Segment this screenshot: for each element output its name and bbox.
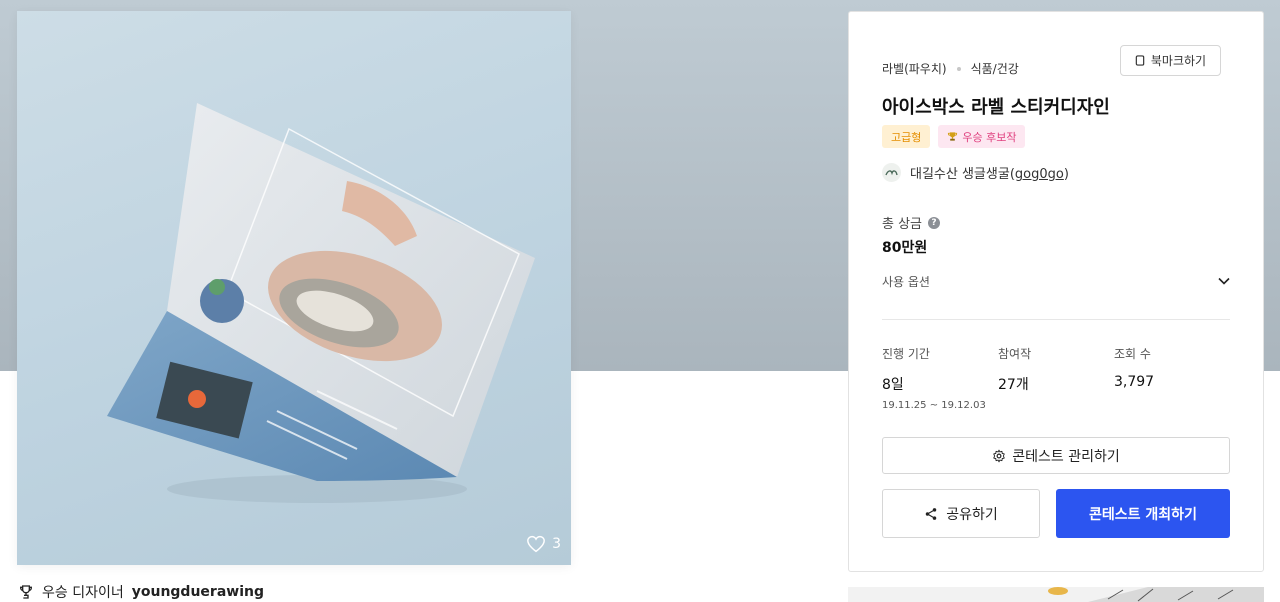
host-info[interactable]: 대길수산 생글생굴(gog0go) [882,163,1069,182]
host-contest-button[interactable]: 콘테스트 개최하기 [1056,489,1230,538]
prize-value: 80만원 [882,240,928,256]
bookmark-label: 북마크하기 [1150,54,1207,68]
stat-period-value: 8일 [882,377,904,393]
stat-period: 진행 기간 8일 19.11.25 ~ 19.12.03 [882,345,998,411]
premium-badge-label: 고급형 [891,130,922,144]
category-primary[interactable]: 라벨(파우치) [882,60,947,77]
manage-contest-label: 콘테스트 관리하기 [1012,448,1120,465]
options-dropdown[interactable]: 사용 옵션 [882,270,1230,292]
trophy-icon [19,585,33,599]
candidate-badge: 우승 후보작 [938,125,1026,148]
stat-period-range: 19.11.25 ~ 19.12.03 [882,400,986,411]
badge-row: 고급형 우승 후보작 [882,125,1026,148]
like-counter[interactable]: 3 [526,535,561,553]
options-label: 사용 옵션 [882,274,930,289]
divider [882,319,1230,320]
category-secondary[interactable]: 식품/건강 [971,60,1019,77]
thumbnail-preview [848,587,1264,602]
gear-icon [993,449,1005,462]
stat-entries-value: 27개 [998,377,1029,393]
premium-badge: 고급형 [882,125,931,148]
stat-views: 조회 수 3,797 [1114,345,1230,411]
host-logo-icon [885,169,898,175]
candidate-badge-label: 우승 후보작 [962,130,1017,144]
share-icon [925,507,937,520]
stat-entries-label: 참여작 [998,347,1032,361]
stat-period-label: 진행 기간 [882,347,930,361]
poster-illustration [107,103,535,503]
contest-title: 아이스박스 라벨 스티커디자인 [882,97,1110,118]
share-button[interactable]: 공유하기 [882,489,1040,538]
stat-views-value: 3,797 [1114,374,1155,390]
stat-entries: 참여작 27개 [998,345,1114,411]
avatar [882,163,901,182]
chevron-down-icon [1218,277,1230,285]
contest-info-panel: 라벨(파우치) 식품/건강 북마크하기 아이스박스 라벨 스티커디자인 고급형 … [848,11,1264,572]
prize-label: 총 상금 [882,217,923,232]
stat-views-label: 조회 수 [1114,347,1151,361]
winner-label: 우승 디자이너 [42,585,124,601]
contest-image[interactable]: 3 [17,11,571,565]
related-thumbnail-strip [848,587,1264,602]
host-name: 대길수산 생글생굴 [910,167,1010,182]
bookmark-icon [1135,55,1145,66]
share-label: 공유하기 [946,506,998,523]
winner-name[interactable]: youngduerawing [132,584,264,600]
manage-contest-button[interactable]: 콘테스트 관리하기 [882,437,1230,474]
stats-row: 진행 기간 8일 19.11.25 ~ 19.12.03 참여작 27개 조회 … [882,345,1230,411]
host-contest-label: 콘테스트 개최하기 [1089,506,1197,523]
bookmark-button[interactable]: 북마크하기 [1120,45,1221,76]
like-count: 3 [552,536,561,552]
separator-dot [956,66,961,71]
category-breadcrumb: 라벨(파우치) 식품/건강 [882,60,1019,77]
host-handle[interactable]: gog0go [1015,167,1064,182]
help-icon[interactable]: ? [928,216,941,229]
heart-icon [527,535,545,553]
trophy-icon [948,132,958,141]
winner-designer: 우승 디자이너 youngduerawing [18,582,264,602]
prize-label-row: 총 상금 ? [882,213,941,232]
